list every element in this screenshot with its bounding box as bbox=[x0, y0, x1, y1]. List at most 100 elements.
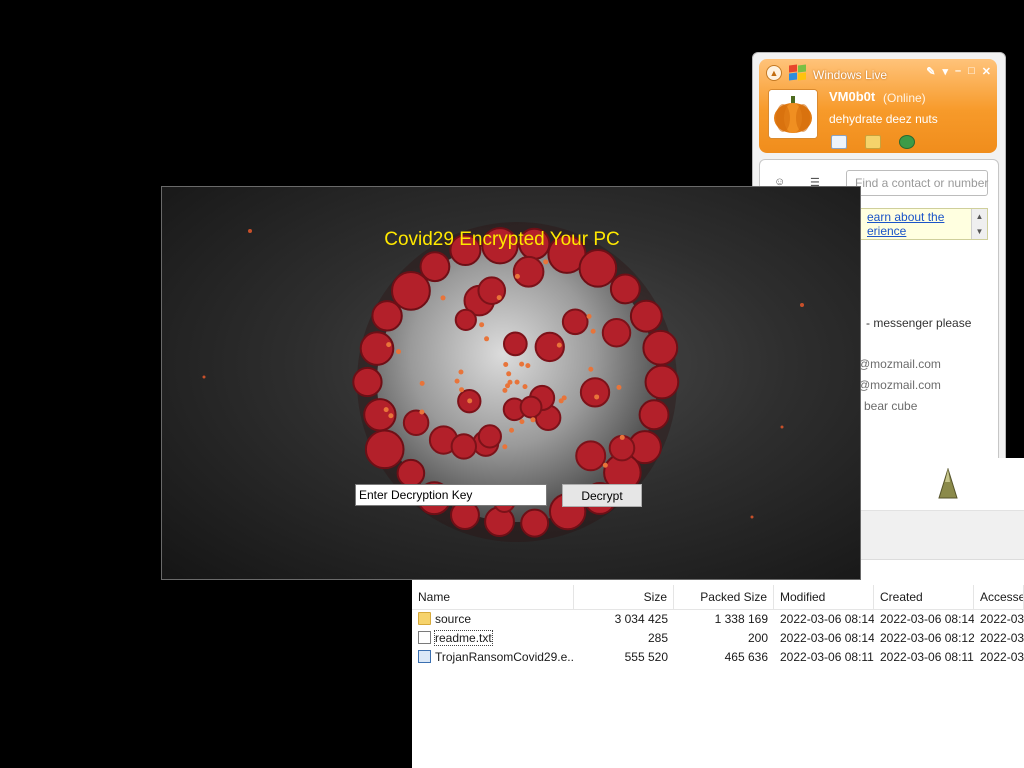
envelope-protein bbox=[467, 398, 473, 404]
contact-item[interactable]: @mozmail.com bbox=[858, 378, 941, 392]
decrypt-button[interactable]: Decrypt bbox=[562, 484, 642, 507]
banner-scroll[interactable]: ▲ ▼ bbox=[971, 209, 987, 239]
envelope-protein bbox=[514, 273, 520, 279]
messenger-title: Windows Live bbox=[813, 68, 888, 82]
spike-protein bbox=[629, 299, 663, 333]
spike-protein bbox=[477, 424, 502, 449]
contact-item[interactable]: - messenger please bbox=[866, 316, 971, 330]
column-name[interactable]: Name bbox=[412, 585, 574, 609]
envelope-protein bbox=[419, 409, 425, 415]
spike-protein bbox=[609, 273, 641, 305]
file-size: 3 034 425 bbox=[614, 612, 668, 626]
envelope-protein bbox=[602, 462, 608, 468]
dropdown-icon[interactable]: ▾ bbox=[942, 65, 948, 78]
file-modified: 2022-03-06 08:14 bbox=[780, 612, 874, 626]
personal-message[interactable]: dehydrate deez nuts bbox=[829, 112, 938, 126]
info-link-line1[interactable]: earn about the bbox=[867, 210, 944, 224]
spike-protein bbox=[579, 377, 611, 408]
file-accessed: 2022-03- bbox=[980, 612, 1024, 626]
file-accessed: 2022-03- bbox=[980, 631, 1024, 645]
spike-protein bbox=[520, 508, 550, 538]
avatar[interactable] bbox=[768, 89, 818, 139]
spaces-icon[interactable] bbox=[899, 135, 915, 149]
table-row[interactable]: source 3 034 425 1 338 169 2022-03-06 08… bbox=[412, 610, 1024, 629]
decryption-key-input[interactable] bbox=[355, 484, 547, 506]
envelope-protein bbox=[519, 361, 525, 367]
envelope-protein bbox=[588, 366, 594, 372]
envelope-protein bbox=[590, 328, 596, 334]
spike-protein bbox=[575, 440, 607, 472]
column-size[interactable]: Size bbox=[574, 585, 674, 609]
messenger-titlebar: ▲ Windows Live ✎ ▾ – □ ✕ bbox=[759, 59, 997, 83]
envelope-protein bbox=[459, 387, 465, 393]
messenger-window-controls: ✎ ▾ – □ ✕ bbox=[926, 65, 991, 78]
envelope-protein bbox=[458, 369, 464, 375]
executable-icon bbox=[418, 650, 431, 663]
file-packed-size: 465 636 bbox=[724, 650, 768, 664]
ransomware-window: Covid29 Encrypted Your PC Decrypt bbox=[161, 186, 861, 580]
wizard-icon bbox=[938, 468, 958, 499]
file-modified: 2022-03-06 08:14 bbox=[780, 631, 874, 645]
spike-protein bbox=[450, 433, 478, 460]
paint-icon[interactable]: ✎ bbox=[926, 65, 935, 78]
envelope-protein bbox=[509, 427, 515, 433]
file-packed-size: 200 bbox=[747, 631, 768, 645]
envelope-protein bbox=[530, 417, 536, 423]
spike-protein bbox=[519, 395, 543, 419]
file-created: 2022-03-06 08:14 bbox=[880, 612, 974, 626]
envelope-protein bbox=[496, 295, 502, 301]
envelope-protein bbox=[419, 380, 425, 386]
file-size: 555 520 bbox=[624, 650, 668, 664]
mail-icon[interactable] bbox=[831, 135, 847, 149]
status-label[interactable]: (Online) bbox=[883, 91, 926, 105]
envelope-protein bbox=[503, 362, 509, 368]
spike-protein bbox=[502, 331, 528, 357]
spike-protein bbox=[402, 409, 430, 437]
file-created: 2022-03-06 08:12 bbox=[880, 631, 974, 645]
folder-icon bbox=[418, 612, 431, 625]
file-name: TrojanRansomCovid29.e... bbox=[435, 650, 574, 664]
contact-item[interactable]: bear cube bbox=[864, 399, 917, 413]
messenger-quick-icons bbox=[831, 135, 915, 149]
maximize-icon[interactable]: □ bbox=[968, 65, 975, 78]
pumpkin-icon bbox=[769, 90, 817, 138]
envelope-protein bbox=[505, 383, 511, 389]
text-file-icon bbox=[418, 631, 431, 644]
column-created[interactable]: Created bbox=[874, 585, 974, 609]
spike-protein bbox=[454, 308, 477, 332]
spike-protein bbox=[477, 276, 507, 305]
column-accessed[interactable]: Accessed bbox=[974, 585, 1024, 609]
messenger-menu-icon[interactable]: ▲ bbox=[766, 65, 782, 81]
envelope-protein bbox=[383, 407, 389, 413]
envelope-protein bbox=[440, 295, 446, 301]
close-icon[interactable]: ✕ bbox=[982, 65, 991, 78]
ransom-title: Covid29 Encrypted Your PC bbox=[384, 229, 620, 250]
windows-flag-icon bbox=[789, 64, 809, 81]
contact-item[interactable]: @mozmail.com bbox=[858, 357, 941, 371]
file-modified: 2022-03-06 08:11 bbox=[780, 650, 874, 664]
envelope-protein bbox=[594, 394, 600, 400]
envelope-protein bbox=[388, 413, 394, 419]
envelope-protein bbox=[543, 259, 549, 265]
search-input[interactable]: Find a contact or number bbox=[846, 170, 988, 196]
info-link-line2[interactable]: erience bbox=[867, 224, 906, 238]
column-modified[interactable]: Modified bbox=[774, 585, 874, 609]
envelope-protein bbox=[506, 371, 512, 377]
user-name[interactable]: VM0b0t bbox=[829, 89, 875, 104]
table-row[interactable]: TrojanRansomCovid29.e... 555 520 465 636… bbox=[412, 648, 1024, 667]
envelope-protein bbox=[616, 384, 622, 390]
minimize-icon[interactable]: – bbox=[955, 65, 961, 78]
spike-protein bbox=[561, 308, 589, 336]
envelope-protein bbox=[502, 387, 508, 393]
file-size: 285 bbox=[647, 631, 668, 645]
spike-protein bbox=[396, 458, 426, 488]
column-packed-size[interactable]: Packed Size bbox=[674, 585, 774, 609]
envelope-protein bbox=[586, 313, 592, 319]
spike-protein bbox=[512, 255, 545, 288]
envelope-protein bbox=[525, 363, 531, 369]
envelope-protein bbox=[484, 336, 490, 342]
spike-protein bbox=[578, 249, 618, 288]
table-row[interactable]: readme.txt 285 200 2022-03-06 08:14 2022… bbox=[412, 629, 1024, 648]
folder-icon[interactable] bbox=[865, 135, 881, 149]
spike-protein bbox=[364, 429, 405, 470]
